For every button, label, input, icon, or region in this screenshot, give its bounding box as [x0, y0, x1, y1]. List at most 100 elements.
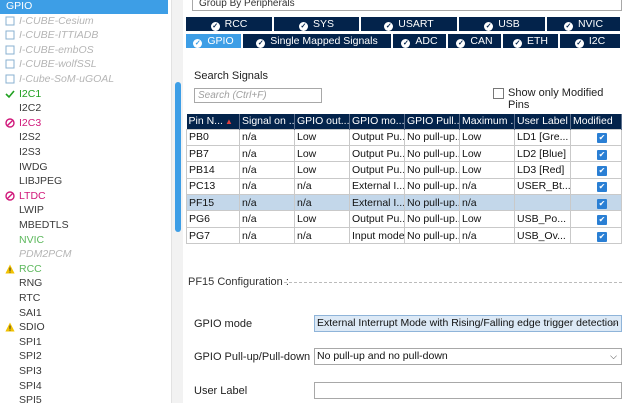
scrollbar-thumb[interactable]	[175, 82, 181, 232]
table-row[interactable]: PB7 n/a Low Output Pu... No pull-up... Low LD2…	[186, 144, 622, 163]
table-cell: LD3 [Red]	[514, 161, 571, 179]
tree-item-spi5[interactable]: SPI5	[0, 393, 168, 403]
table-cell: No pull-up...	[404, 194, 460, 212]
check-icon: ✓	[574, 39, 584, 48]
tab-usart[interactable]: ✓ USART	[361, 17, 457, 31]
tree-item-label: SAI1	[19, 306, 42, 319]
table-row[interactable]: PG6 n/a Low Output Pu... No pull-up... Low USB…	[186, 210, 622, 228]
table-row[interactable]: PF15 n/a n/a External I... No pull-up... n/a ✔	[186, 194, 622, 212]
table-cell: n/a	[459, 194, 515, 212]
tree-item-i2s3[interactable]: I2S3	[0, 145, 168, 160]
warning-icon	[5, 264, 15, 274]
tree-item-mbedtls[interactable]: MBEDTLS	[0, 218, 168, 233]
tree-item-i-cube-ittiadb[interactable]: I-CUBE-ITTIADB	[0, 28, 168, 43]
tab-eth[interactable]: ✓ ETH	[503, 34, 558, 48]
modified-cell: ✔	[570, 226, 622, 245]
peripheral-tree: GPIO I-CUBE-Cesium I-CUBE-ITTIADB I-CUBE-em…	[0, 0, 170, 403]
tree-item-label: IWDG	[19, 160, 48, 173]
tree-item-i-cube-embos[interactable]: I-CUBE-embOS	[0, 43, 168, 58]
tree-item-label: I-Cube-SoM-uGOAL	[19, 73, 115, 85]
tree-item-i-cube-som-ugoal[interactable]: I-Cube-SoM-uGOAL	[0, 72, 168, 87]
tab-rcc[interactable]: ✓ RCC	[186, 17, 272, 31]
table-cell: No pull-up...	[404, 177, 460, 196]
tree-scrollbar[interactable]	[171, 0, 183, 403]
check-icon: ✓	[384, 22, 394, 31]
tab-single-mapped-signals[interactable]: ✓ Single Mapped Signals	[243, 34, 391, 48]
tree-item-ltdc[interactable]: LTDC	[0, 189, 168, 204]
column-header[interactable]: GPIO mo...	[349, 114, 405, 129]
column-header[interactable]: Signal on ...	[239, 114, 295, 129]
tab-nvic[interactable]: ✓ NVIC	[547, 17, 620, 31]
column-header-label: Modified	[573, 115, 613, 128]
tree-item-i2c1[interactable]: I2C1	[0, 87, 168, 102]
tree-item-iwdg[interactable]: IWDG	[0, 160, 168, 175]
show-modified-checkbox[interactable]	[493, 88, 504, 99]
table-row[interactable]: PG7 n/a n/a Input mode No pull-up... n/a USB_O…	[186, 226, 622, 245]
tree-item-i2c3[interactable]: I2C3	[0, 116, 168, 131]
blocked-icon	[5, 118, 15, 128]
tree-item-label: I2S3	[19, 146, 41, 158]
tree-item-i-cube-cesium[interactable]: I-CUBE-Cesium	[0, 14, 168, 29]
table-cell: Low	[294, 161, 350, 179]
tree-item-rng[interactable]: RNG	[0, 276, 168, 291]
table-row[interactable]: PB0 n/a Low Output Pu... No pull-up... Low LD1…	[186, 128, 622, 146]
table-cell: PB14	[186, 161, 240, 179]
search-input[interactable]	[194, 88, 322, 103]
table-cell: n/a	[239, 210, 295, 228]
tab-sys[interactable]: ✓ SYS	[274, 17, 359, 31]
tab-label: ETH	[527, 35, 548, 47]
table-cell: PC13	[186, 177, 240, 196]
tree-item-sai1[interactable]: SAI1	[0, 306, 168, 321]
column-header[interactable]: GPIO out...	[294, 114, 350, 129]
gpio-pull-select[interactable]: No pull-up and no pull-down ⌵	[314, 348, 622, 365]
column-header[interactable]: Modified	[570, 114, 622, 129]
table-cell: PG7	[186, 226, 240, 245]
table-row[interactable]: PB14 n/a Low Output Pu... No pull-up... Low LD…	[186, 161, 622, 179]
tree-item-spi3[interactable]: SPI3	[0, 364, 168, 379]
tree-item-rtc[interactable]: RTC	[0, 291, 168, 306]
table-cell: n/a	[294, 194, 350, 212]
column-header[interactable]: User Label	[514, 114, 571, 129]
modified-cell: ✔	[570, 210, 622, 228]
table-cell	[514, 194, 571, 212]
table-cell: Low	[459, 144, 515, 163]
column-header-label: GPIO mo...	[352, 115, 405, 128]
column-header[interactable]: Pin N... ▲	[186, 114, 240, 129]
table-row[interactable]: PC13 n/a n/a External I... No pull-up... n/a U…	[186, 177, 622, 196]
tree-item-spi2[interactable]: SPI2	[0, 349, 168, 364]
tree-item-i-cube-wolfssl[interactable]: I-CUBE-wolfSSL	[0, 57, 168, 72]
user-label-input[interactable]	[314, 382, 622, 399]
tab-usb[interactable]: ✓ USB	[459, 17, 545, 31]
tree-item-nvic[interactable]: NVIC	[0, 233, 168, 248]
tree-item-gpio[interactable]: GPIO	[0, 0, 168, 14]
configuration-panel: Group By Peripherals ✓ RCC ✓ SYS ✓ USART ✓ USB ✓…	[184, 0, 624, 403]
group-by-select[interactable]: Group By Peripherals	[192, 0, 622, 11]
table-cell: Low	[294, 210, 350, 228]
gpio-mode-select[interactable]: External Interrupt Mode with Rising/Fall…	[314, 315, 622, 332]
component-icon	[5, 16, 15, 26]
chevron-down-icon: ⌵	[610, 351, 617, 361]
tab-gpio[interactable]: ✓ GPIO	[186, 34, 241, 48]
tree-item-i2c2[interactable]: I2C2	[0, 101, 168, 116]
tree-item-spi4[interactable]: SPI4	[0, 379, 168, 394]
tree-item-rcc[interactable]: RCC	[0, 262, 168, 277]
tree-item-pdm2pcm[interactable]: PDM2PCM	[0, 247, 168, 262]
modified-cell: ✔	[570, 194, 622, 212]
column-header[interactable]: Maximum ...	[459, 114, 515, 129]
tree-item-sdio[interactable]: SDIO	[0, 320, 168, 335]
tab-can[interactable]: ✓ CAN	[448, 34, 501, 48]
tab-label: USART	[398, 18, 434, 30]
tree-item-lwip[interactable]: LWIP	[0, 203, 168, 218]
column-header[interactable]: GPIO Pull...	[404, 114, 460, 129]
column-header-label: Pin N...	[188, 115, 223, 128]
table-cell: n/a	[239, 161, 295, 179]
tab-adc[interactable]: ✓ ADC	[393, 34, 446, 48]
tree-item-label: SPI2	[19, 350, 42, 363]
tree-item-label: SPI1	[19, 335, 42, 348]
tree-item-libjpeg[interactable]: LIBJPEG	[0, 174, 168, 189]
tree-item-spi1[interactable]: SPI1	[0, 335, 168, 350]
tree-item-label: LIBJPEG	[19, 175, 63, 188]
tree-item-i2s2[interactable]: I2S2	[0, 130, 168, 145]
tab-i2c[interactable]: ✓ I2C	[560, 34, 620, 48]
table-header-row: Pin N... ▲ Signal on ... GPIO out... GPIO mo…	[186, 114, 622, 129]
